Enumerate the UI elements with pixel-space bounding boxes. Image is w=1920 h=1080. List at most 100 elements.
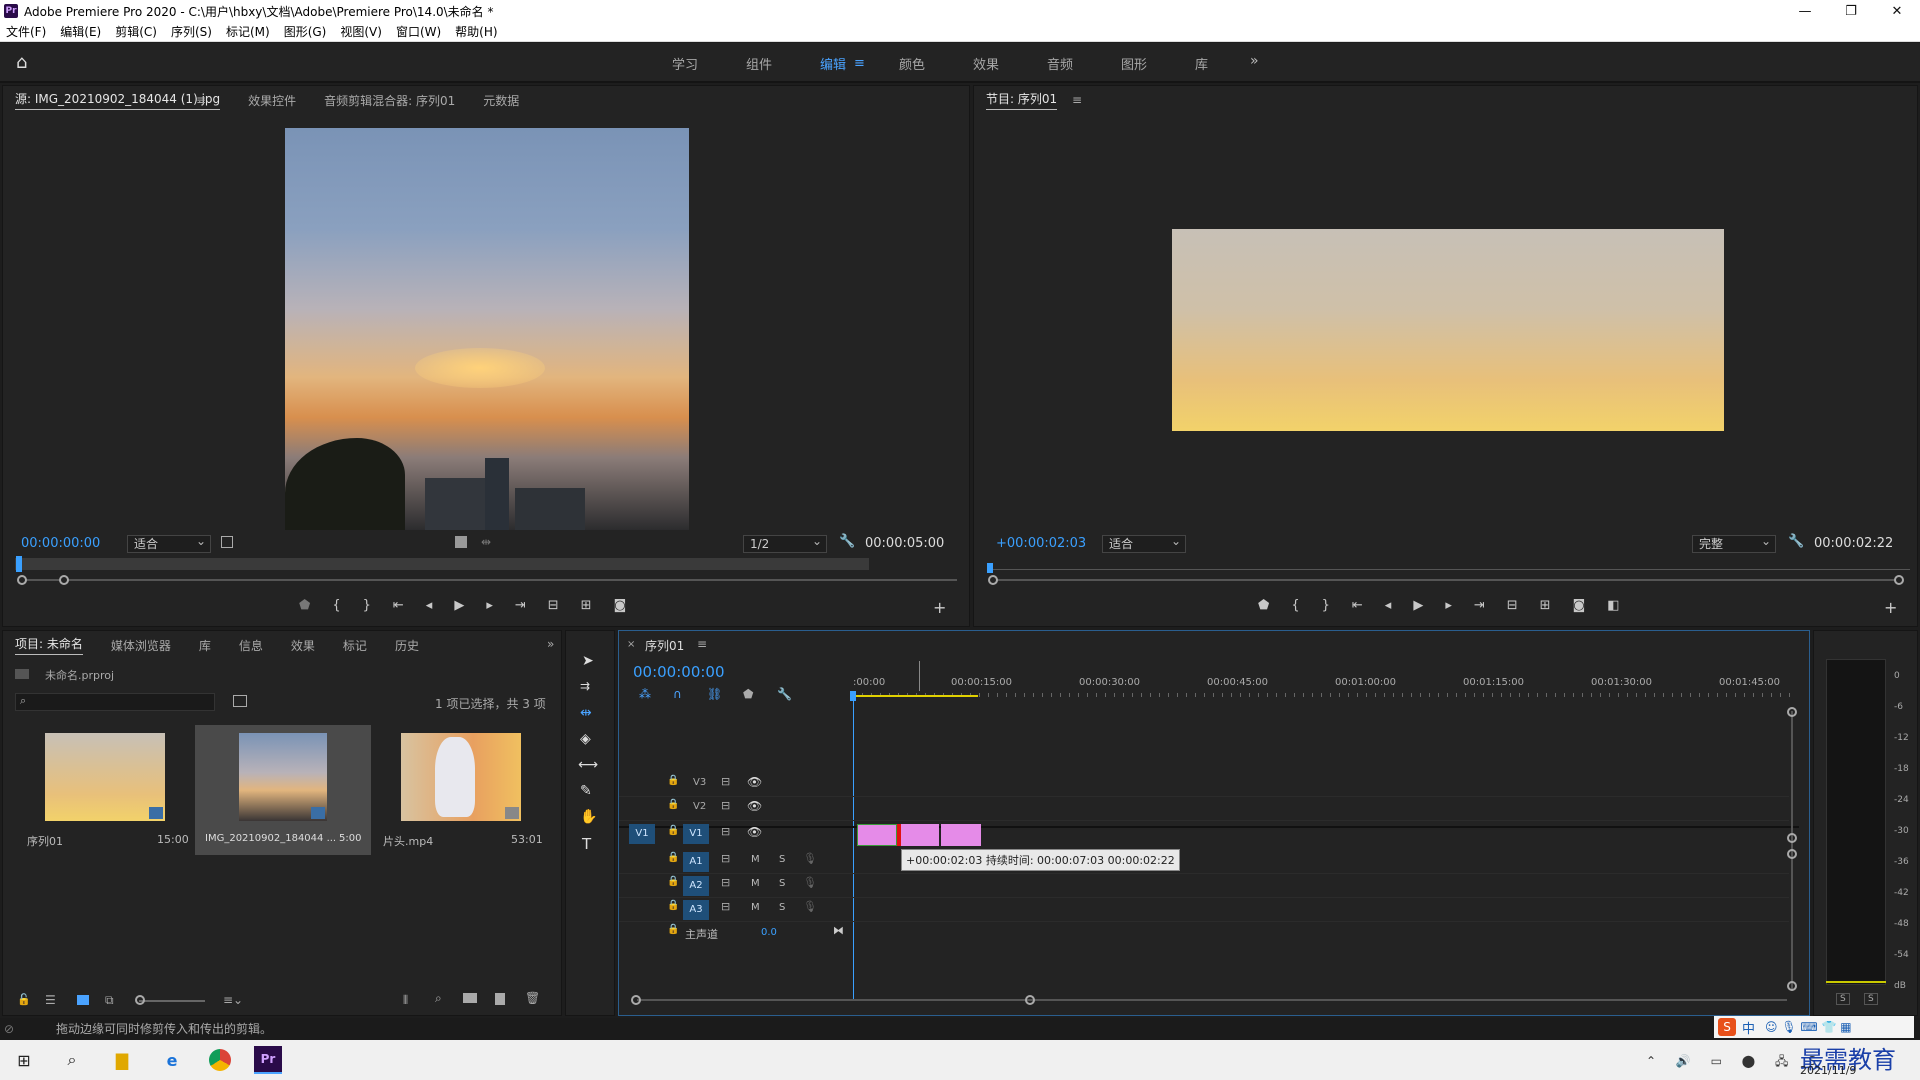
clip-3[interactable] [941, 824, 981, 846]
sync-lock-icon[interactable]: ⊟ [721, 876, 730, 889]
solo-button[interactable]: S [779, 854, 785, 865]
sogou-icon[interactable]: S [1718, 1018, 1736, 1036]
source-time-ruler[interactable] [15, 558, 869, 570]
linked-selection-icon[interactable]: ⛓ [707, 687, 722, 701]
source-playhead[interactable] [16, 556, 22, 572]
menu-graphics[interactable]: 图形(G) [284, 23, 327, 40]
selection-tool-icon[interactable]: ➤ [582, 653, 594, 669]
nest-icon[interactable]: ⁂ [639, 687, 651, 701]
zoom-slider-handle[interactable] [135, 995, 145, 1005]
tab-audio-mixer[interactable]: 音频剪辑混合器: 序列01 [324, 92, 455, 109]
mic-icon[interactable]: 🎙 [803, 852, 817, 865]
mark-out-icon[interactable]: } [363, 598, 371, 613]
find-icon[interactable]: ⌕ [435, 991, 442, 1006]
compare-view-icon[interactable]: ◧ [1607, 598, 1619, 613]
type-tool-icon[interactable]: T [582, 835, 591, 853]
sort-icon[interactable]: ≡⌄ [223, 993, 243, 1007]
icon-view-icon[interactable] [77, 995, 89, 1005]
program-mark-out-icon[interactable]: } [1322, 598, 1330, 613]
taskbar-search-icon[interactable]: ⌕ [58, 1046, 86, 1074]
insert-icon[interactable]: ⊟ [548, 598, 559, 613]
eye-icon[interactable]: 👁 [747, 775, 762, 789]
tab-media-browser[interactable]: 媒体浏览器 [111, 637, 171, 654]
track-lock-icon[interactable]: 🔒 [667, 825, 679, 836]
playhead-handle[interactable] [850, 691, 856, 701]
tray-icons[interactable]: ⌃ 🔊 ▭ ⬤ 🖧 S [1646, 1052, 1824, 1073]
workspace-libraries[interactable]: 库 [1195, 54, 1208, 73]
mute-button[interactable]: M [751, 854, 760, 865]
program-add-button-icon[interactable]: + [1884, 598, 1897, 617]
tab-effects[interactable]: 效果 [291, 637, 315, 654]
extract-icon[interactable]: ⊞ [1540, 598, 1551, 613]
workspace-editing[interactable]: 编辑 [820, 54, 846, 73]
eye-icon[interactable]: 👁 [747, 799, 762, 813]
source-settings-icon[interactable] [221, 536, 233, 548]
track-select-tool-icon[interactable]: ⇉ [580, 679, 590, 693]
workspace-effects[interactable]: 效果 [973, 54, 999, 73]
project-item-video[interactable]: 片头.mp4 53:01 [373, 725, 549, 855]
mute-button[interactable]: M [751, 902, 760, 913]
lift-icon[interactable]: ⊟ [1507, 598, 1518, 613]
chrome-icon[interactable] [206, 1046, 234, 1074]
menu-clip[interactable]: 剪辑(C) [115, 23, 157, 40]
source-zoom-scrollbar[interactable] [21, 579, 957, 581]
snap-icon[interactable]: ∩ [673, 687, 682, 701]
track-lock-icon[interactable]: 🔒 [667, 924, 679, 935]
program-add-marker-icon[interactable]: ⬟ [1258, 598, 1269, 613]
clip-1[interactable] [857, 824, 897, 846]
home-icon[interactable]: ⌂ [16, 53, 36, 73]
workspace-learn[interactable]: 学习 [672, 54, 698, 73]
mic-icon[interactable]: 🎙 [803, 876, 817, 889]
program-step-back-icon[interactable]: ◂ [1385, 598, 1392, 613]
source-zoom-handle-right[interactable] [59, 575, 69, 585]
clip-2[interactable] [899, 824, 939, 846]
track-name[interactable]: V1 [683, 824, 709, 844]
razor-tool-icon[interactable]: ◈ [580, 731, 591, 747]
workspace-color[interactable]: 颜色 [899, 54, 925, 73]
menu-sequence[interactable]: 序列(S) [171, 23, 212, 40]
solo-button[interactable]: S [779, 902, 785, 913]
track-lock-icon[interactable]: 🔒 [667, 900, 679, 911]
timeline-v-scroll-mid2[interactable] [1787, 849, 1797, 859]
source-resolution-dropdown[interactable]: 1/2 [743, 533, 827, 553]
program-go-to-in-icon[interactable]: ⇤ [1352, 598, 1363, 613]
track-lock-icon[interactable]: 🔒 [667, 876, 679, 887]
tab-project[interactable]: 项目: 未命名 [15, 635, 83, 655]
source-drag-audio-icon[interactable]: ⇹ [481, 535, 491, 549]
source-menu-icon[interactable]: ≡ [196, 93, 206, 107]
timeline-v-scroll-mid1[interactable] [1787, 833, 1797, 843]
ime-mode[interactable]: 中 [1742, 1018, 1755, 1037]
mute-button[interactable]: M [751, 878, 760, 889]
solo-button[interactable]: S [779, 878, 785, 889]
sync-lock-icon[interactable]: ⊟ [721, 799, 730, 812]
source-patch-v1[interactable]: V1 [629, 824, 655, 844]
track-name[interactable]: A3 [683, 900, 709, 920]
tab-effect-controls[interactable]: 效果控件 [248, 92, 296, 109]
tab-history[interactable]: 历史 [395, 637, 419, 654]
source-timecode[interactable]: 00:00:00:00 [21, 536, 100, 551]
workspace-menu-icon[interactable]: ≡ [854, 56, 865, 71]
go-to-out-icon[interactable]: ⇥ [515, 598, 526, 613]
trash-icon[interactable]: 🗑 [525, 991, 540, 1005]
program-time-ruler[interactable] [990, 558, 1910, 570]
go-to-in-icon[interactable]: ⇤ [393, 598, 404, 613]
mark-in-icon[interactable]: { [332, 598, 340, 613]
source-zoom-handle-left[interactable] [17, 575, 27, 585]
track-name[interactable]: A2 [683, 876, 709, 896]
workspace-graphics[interactable]: 图形 [1121, 54, 1147, 73]
tab-source[interactable]: 源: IMG_20210902_184044 (1).jpg [15, 90, 221, 110]
timeline-close-icon[interactable]: × [627, 639, 635, 650]
go-to-end-icon[interactable]: ⧓ [833, 924, 844, 937]
sync-lock-icon[interactable]: ⊟ [721, 852, 730, 865]
program-step-forward-icon[interactable]: ▸ [1445, 598, 1452, 613]
eye-icon[interactable]: 👁 [747, 825, 762, 839]
workspace-audio[interactable]: 音频 [1047, 54, 1073, 73]
menu-edit[interactable]: 编辑(E) [60, 23, 101, 40]
track-name[interactable]: A1 [683, 852, 709, 872]
overwrite-icon[interactable]: ⊞ [581, 598, 592, 613]
source-fit-dropdown[interactable]: 适合 [127, 533, 211, 553]
freeform-view-icon[interactable]: ⧉ [105, 993, 114, 1008]
export-frame-icon[interactable]: ◙ [614, 598, 627, 613]
sync-lock-icon[interactable]: ⊟ [721, 775, 730, 788]
zoom-slider[interactable] [139, 1000, 205, 1002]
